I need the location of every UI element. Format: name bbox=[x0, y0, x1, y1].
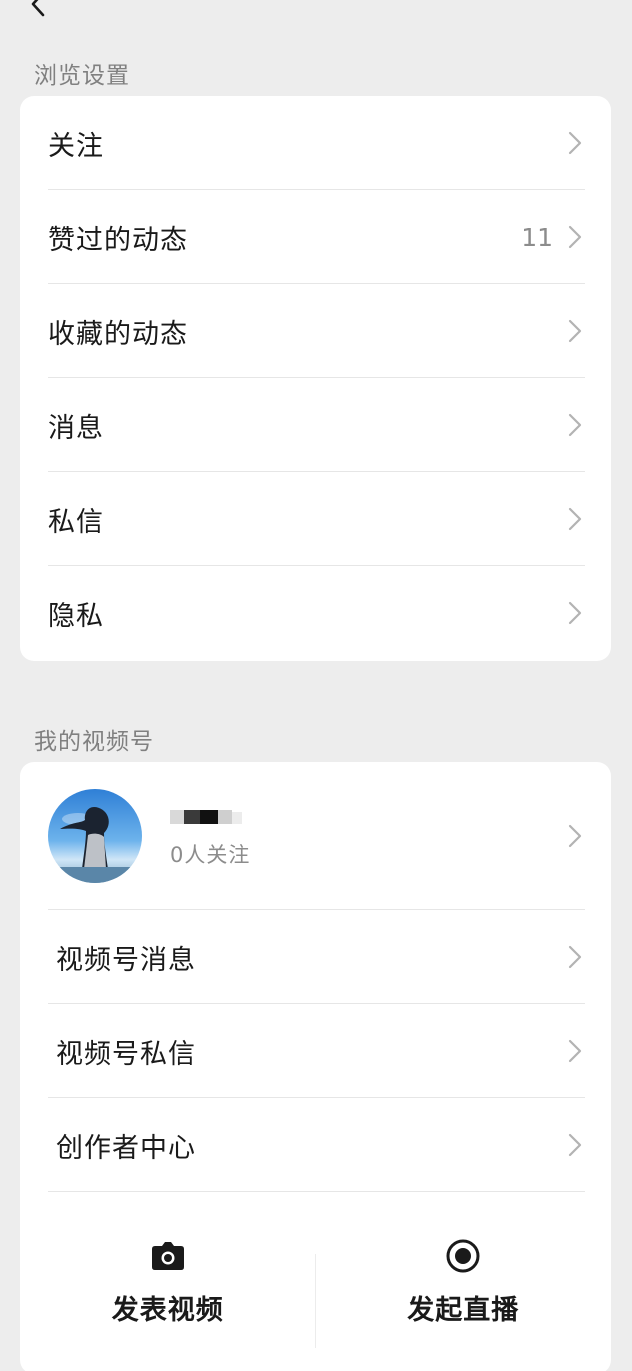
menu-item-label: 关注 bbox=[48, 130, 104, 162]
chevron-right-icon bbox=[568, 1039, 582, 1063]
menu-item-label: 赞过的动态 bbox=[48, 224, 188, 256]
go-live-label: 发起直播 bbox=[407, 1295, 520, 1326]
menu-item-label: 收藏的动态 bbox=[48, 318, 188, 350]
menu-item-creator-center[interactable]: 创作者中心 bbox=[20, 1098, 611, 1192]
back-chevron-icon bbox=[31, 0, 45, 17]
channel-settings-page: 浏览设置 关注 赞过的动态 11 收藏的动态 消息 私信 隐私 我的视频号 0人… bbox=[0, 0, 632, 1371]
menu-item-label: 创作者中心 bbox=[56, 1132, 196, 1164]
menu-item-saved-posts[interactable]: 收藏的动态 bbox=[20, 284, 611, 378]
menu-item-label: 消息 bbox=[48, 412, 104, 444]
chevron-right-icon bbox=[568, 1133, 582, 1157]
liked-count-badge: 11 bbox=[521, 222, 553, 252]
follower-count: 0人关注 bbox=[170, 843, 251, 867]
browse-settings-title: 浏览设置 bbox=[34, 63, 130, 89]
menu-item-label: 视频号消息 bbox=[56, 944, 196, 976]
camera-icon bbox=[151, 1242, 184, 1270]
channel-name bbox=[170, 803, 567, 833]
back-button[interactable] bbox=[22, 0, 54, 28]
channel-profile-row[interactable]: 0人关注 bbox=[20, 762, 611, 910]
chevron-right-icon bbox=[568, 413, 582, 437]
chevron-right-icon bbox=[568, 319, 582, 343]
menu-item-privacy[interactable]: 隐私 bbox=[20, 566, 611, 660]
redacted-name-mosaic bbox=[170, 810, 242, 824]
menu-item-messages[interactable]: 消息 bbox=[20, 378, 611, 472]
chevron-right-icon bbox=[568, 131, 582, 155]
menu-item-follow[interactable]: 关注 bbox=[20, 96, 611, 190]
post-video-label: 发表视频 bbox=[111, 1295, 224, 1326]
action-divider bbox=[315, 1254, 316, 1348]
chevron-right-icon bbox=[568, 824, 582, 848]
browse-settings-card: 关注 赞过的动态 11 收藏的动态 消息 私信 隐私 bbox=[20, 96, 611, 661]
post-video-button[interactable]: 发表视频 bbox=[20, 1194, 316, 1327]
avatar bbox=[48, 789, 142, 883]
menu-item-private-messages[interactable]: 私信 bbox=[20, 472, 611, 566]
chevron-right-icon bbox=[568, 601, 582, 625]
chevron-right-icon bbox=[568, 945, 582, 969]
chevron-right-icon bbox=[568, 225, 582, 249]
menu-item-channel-private-messages[interactable]: 视频号私信 bbox=[20, 1004, 611, 1098]
menu-item-label: 隐私 bbox=[48, 600, 104, 632]
menu-item-channel-messages[interactable]: 视频号消息 bbox=[20, 910, 611, 1004]
my-channels-title: 我的视频号 bbox=[34, 729, 154, 755]
menu-item-label: 视频号私信 bbox=[56, 1038, 196, 1070]
go-live-button[interactable]: 发起直播 bbox=[316, 1194, 612, 1327]
channel-actions: 发表视频 发起直播 bbox=[20, 1194, 611, 1371]
profile-info: 0人关注 bbox=[170, 803, 567, 869]
live-record-icon bbox=[446, 1239, 480, 1273]
my-channels-card: 0人关注 视频号消息 视频号私信 创作者中心 发表视频 发起直播 bbox=[20, 762, 611, 1371]
menu-item-label: 私信 bbox=[48, 506, 104, 538]
chevron-right-icon bbox=[568, 507, 582, 531]
menu-item-liked-posts[interactable]: 赞过的动态 11 bbox=[20, 190, 611, 284]
